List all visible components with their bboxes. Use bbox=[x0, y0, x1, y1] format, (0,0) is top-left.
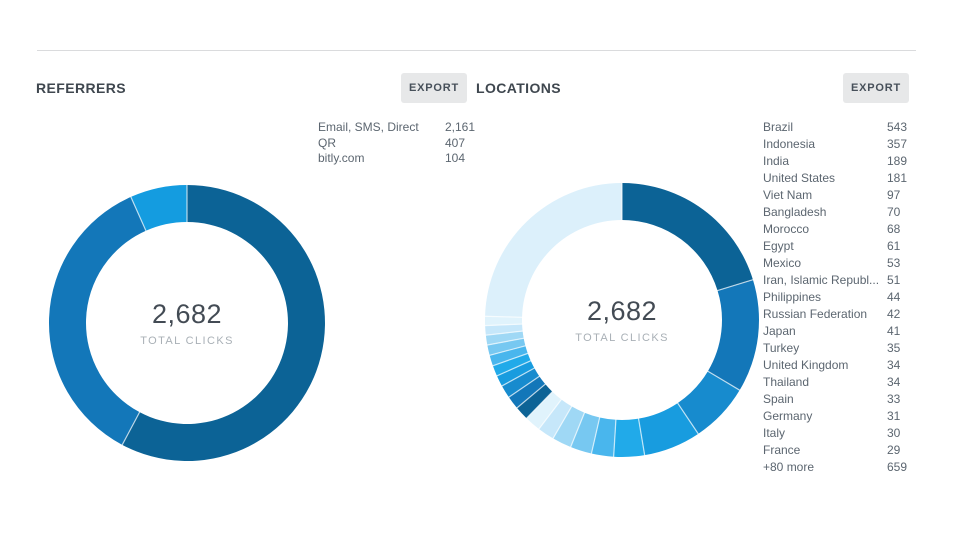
locations-legend-row[interactable]: Viet Nam97 bbox=[763, 188, 923, 205]
legend-value: 41 bbox=[887, 324, 900, 338]
legend-value: 35 bbox=[887, 341, 900, 355]
legend-value: 34 bbox=[887, 358, 900, 372]
legend-value: 33 bbox=[887, 392, 900, 406]
legend-label: Indonesia bbox=[763, 137, 887, 151]
legend-label: Japan bbox=[763, 324, 887, 338]
donut-segment-qr[interactable] bbox=[49, 197, 146, 445]
locations-legend-row[interactable]: Italy30 bbox=[763, 426, 923, 443]
legend-label: Thailand bbox=[763, 375, 887, 389]
locations-legend: Brazil543Indonesia357India189United Stat… bbox=[763, 120, 923, 477]
legend-value: 407 bbox=[445, 136, 465, 150]
locations-legend-row[interactable]: Spain33 bbox=[763, 392, 923, 409]
locations-legend-row[interactable]: Turkey35 bbox=[763, 341, 923, 358]
locations-export-button[interactable]: EXPORT bbox=[843, 73, 909, 103]
legend-label: Email, SMS, Direct bbox=[318, 120, 445, 134]
locations-donut-chart: 2,682 TOTAL CLICKS bbox=[472, 170, 772, 470]
locations-legend-row[interactable]: United States181 bbox=[763, 171, 923, 188]
legend-label: Italy bbox=[763, 426, 887, 440]
referrers-donut-chart: 2,682 TOTAL CLICKS bbox=[37, 173, 337, 473]
legend-value: 31 bbox=[887, 409, 900, 423]
legend-label: Brazil bbox=[763, 120, 887, 134]
legend-value: 2,161 bbox=[445, 120, 475, 134]
locations-legend-row[interactable]: United Kingdom34 bbox=[763, 358, 923, 375]
locations-legend-row[interactable]: Egypt61 bbox=[763, 239, 923, 256]
locations-legend-row[interactable]: Mexico53 bbox=[763, 256, 923, 273]
legend-label: Mexico bbox=[763, 256, 887, 270]
donut-segment-indonesia[interactable] bbox=[708, 280, 759, 390]
locations-section-title: LOCATIONS bbox=[476, 80, 561, 96]
locations-legend-row[interactable]: Indonesia357 bbox=[763, 137, 923, 154]
locations-legend-row[interactable]: Japan41 bbox=[763, 324, 923, 341]
referrers-legend-row[interactable]: QR407 bbox=[318, 136, 488, 152]
legend-value: 68 bbox=[887, 222, 900, 236]
legend-value: 357 bbox=[887, 137, 907, 151]
referrers-legend-row[interactable]: bitly.com104 bbox=[318, 151, 488, 167]
locations-legend-row[interactable]: India189 bbox=[763, 154, 923, 171]
locations-legend-row[interactable]: Russian Federation42 bbox=[763, 307, 923, 324]
locations-legend-row[interactable]: Germany31 bbox=[763, 409, 923, 426]
legend-value: 29 bbox=[887, 443, 900, 457]
referrers-section-title: REFERRERS bbox=[36, 80, 126, 96]
legend-label: United Kingdom bbox=[763, 358, 887, 372]
legend-value: 181 bbox=[887, 171, 907, 185]
legend-value: 61 bbox=[887, 239, 900, 253]
referrers-legend: Email, SMS, Direct2,161QR407bitly.com104 bbox=[318, 120, 488, 167]
top-divider bbox=[37, 50, 916, 51]
legend-label: Egypt bbox=[763, 239, 887, 253]
legend-value: 659 bbox=[887, 460, 907, 474]
legend-value: 30 bbox=[887, 426, 900, 440]
locations-legend-row[interactable]: +80 more659 bbox=[763, 460, 923, 477]
referrers-export-button[interactable]: EXPORT bbox=[401, 73, 467, 103]
locations-legend-row[interactable]: France29 bbox=[763, 443, 923, 460]
donut-segment-80-more[interactable] bbox=[485, 183, 622, 317]
legend-value: 189 bbox=[887, 154, 907, 168]
analytics-page: REFERRERS EXPORT LOCATIONS EXPORT Email,… bbox=[0, 0, 956, 555]
legend-label: Russian Federation bbox=[763, 307, 887, 321]
legend-value: 104 bbox=[445, 151, 465, 165]
legend-value: 34 bbox=[887, 375, 900, 389]
locations-legend-row[interactable]: Philippines44 bbox=[763, 290, 923, 307]
legend-value: 543 bbox=[887, 120, 907, 134]
legend-label: +80 more bbox=[763, 460, 887, 474]
legend-label: India bbox=[763, 154, 887, 168]
legend-label: Viet Nam bbox=[763, 188, 887, 202]
legend-label: Morocco bbox=[763, 222, 887, 236]
legend-value: 51 bbox=[887, 273, 900, 287]
legend-label: QR bbox=[318, 136, 445, 150]
legend-label: bitly.com bbox=[318, 151, 445, 165]
legend-value: 53 bbox=[887, 256, 900, 270]
legend-value: 97 bbox=[887, 188, 900, 202]
locations-legend-row[interactable]: Thailand34 bbox=[763, 375, 923, 392]
referrers-donut-svg bbox=[37, 173, 337, 473]
referrers-legend-row[interactable]: Email, SMS, Direct2,161 bbox=[318, 120, 488, 136]
donut-segment-brazil[interactable] bbox=[622, 183, 753, 291]
locations-donut-svg bbox=[472, 170, 772, 470]
legend-label: Philippines bbox=[763, 290, 887, 304]
legend-label: France bbox=[763, 443, 887, 457]
legend-label: Bangladesh bbox=[763, 205, 887, 219]
legend-value: 42 bbox=[887, 307, 900, 321]
legend-label: Turkey bbox=[763, 341, 887, 355]
legend-label: Germany bbox=[763, 409, 887, 423]
locations-legend-row[interactable]: Brazil543 bbox=[763, 120, 923, 137]
legend-value: 70 bbox=[887, 205, 900, 219]
legend-label: United States bbox=[763, 171, 887, 185]
locations-legend-row[interactable]: Bangladesh70 bbox=[763, 205, 923, 222]
legend-label: Iran, Islamic Republ... bbox=[763, 273, 887, 287]
legend-label: Spain bbox=[763, 392, 887, 406]
locations-legend-row[interactable]: Morocco68 bbox=[763, 222, 923, 239]
locations-legend-row[interactable]: Iran, Islamic Republ...51 bbox=[763, 273, 923, 290]
legend-value: 44 bbox=[887, 290, 900, 304]
